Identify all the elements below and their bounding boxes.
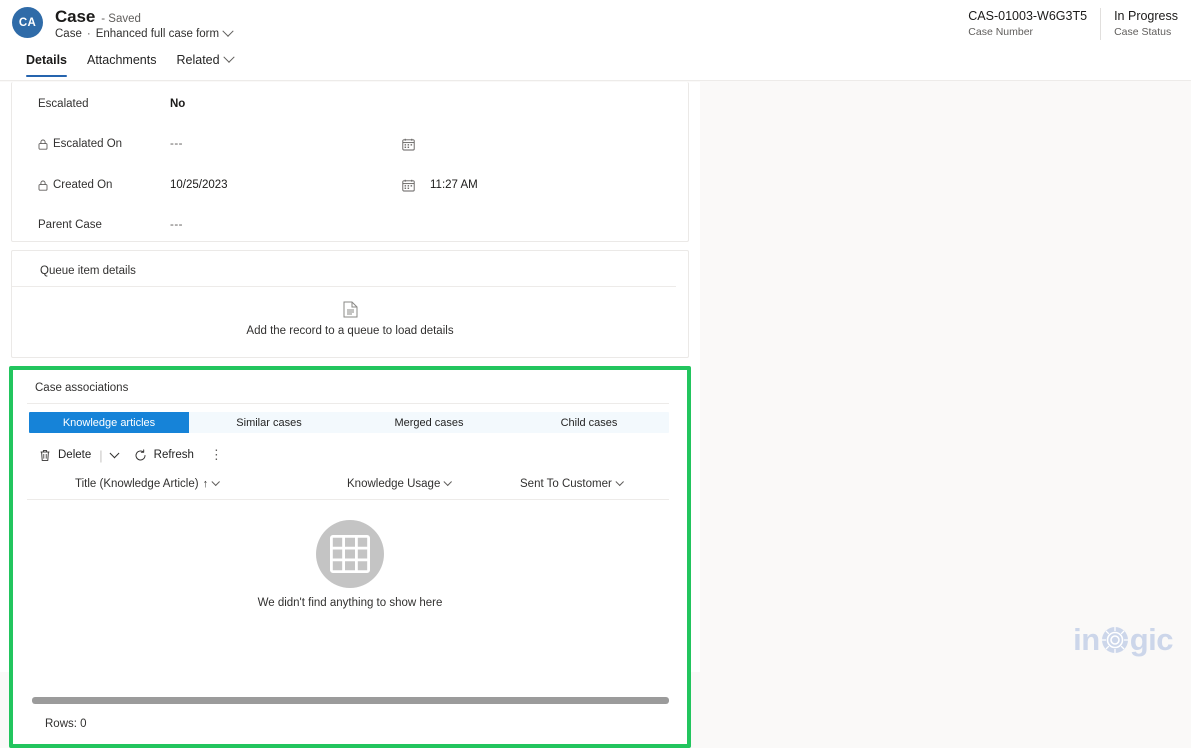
field-value-parent-case[interactable]: --- — [170, 219, 183, 231]
inogic-watermark: in gic — [1073, 622, 1173, 658]
tab-attachments-label: Attachments — [87, 53, 156, 67]
refresh-icon — [134, 449, 147, 462]
page-title: Case — [55, 7, 95, 27]
calendar-icon[interactable] — [402, 138, 415, 151]
pivot-knowledge-articles[interactable]: Knowledge articles — [29, 412, 189, 433]
breadcrumb-entity: Case — [55, 28, 82, 40]
chevron-down-icon[interactable] — [222, 26, 233, 37]
grid-command-bar: Delete | Refresh ⋮ — [39, 444, 669, 466]
field-label-escalated: Escalated — [38, 98, 188, 110]
horizontal-scrollbar[interactable] — [32, 697, 669, 704]
pivot-child-cases[interactable]: Child cases — [509, 412, 669, 433]
tab-details-label: Details — [26, 53, 67, 67]
case-details-section: Escalated No Escalated On --- — [11, 82, 689, 242]
field-value-created-on-time[interactable]: 11:27 AM — [430, 179, 478, 191]
pivot-label: Knowledge articles — [63, 417, 155, 429]
case-associations-section: Case associations Knowledge articles Sim… — [9, 366, 691, 748]
pivot-merged-cases[interactable]: Merged cases — [349, 412, 509, 433]
grid-empty-state: We didn't find anything to show here — [13, 520, 687, 609]
trash-icon — [39, 449, 51, 462]
page-background — [700, 82, 1191, 672]
chevron-down-icon[interactable] — [223, 52, 234, 63]
app-header: CA Case - Saved Case · Enhanced full cas… — [0, 0, 1191, 51]
refresh-button[interactable]: Refresh — [134, 449, 194, 462]
case-number-stat: CAS-01003-W6G3T5 Case Number — [955, 8, 1100, 40]
chevron-down-icon[interactable] — [212, 478, 220, 486]
chevron-down-icon[interactable] — [615, 478, 623, 486]
status-badge: In Progress — [1114, 8, 1178, 25]
field-label-text: Escalated — [38, 98, 89, 110]
pivot-label: Merged cases — [394, 417, 463, 429]
saved-state-label: - Saved — [101, 13, 141, 25]
header-stats: CAS-01003-W6G3T5 Case Number In Progress… — [955, 8, 1191, 40]
divider — [27, 403, 669, 404]
queue-empty-state: Add the record to a queue to load detail… — [12, 287, 688, 337]
divider: | — [99, 448, 102, 463]
field-label-text: Escalated On — [53, 138, 122, 150]
associations-pivot: Knowledge articles Similar cases Merged … — [29, 412, 669, 433]
associations-section-title: Case associations — [13, 370, 687, 403]
column-header-label: Sent To Customer — [520, 478, 612, 490]
lock-icon — [38, 139, 48, 150]
queue-item-details-section: Queue item details Add the record to a q… — [11, 250, 689, 358]
form-tabstrip: Details Attachments Related — [0, 51, 1191, 81]
grid-column-headers: Title (Knowledge Article) ↑ Knowledge Us… — [27, 474, 669, 500]
field-label-created-on: Created On — [38, 179, 188, 191]
field-value-created-on-date[interactable]: 10/25/2023 — [170, 179, 228, 191]
pivot-label: Similar cases — [236, 417, 301, 429]
refresh-label: Refresh — [154, 449, 194, 461]
avatar: CA — [12, 7, 43, 38]
rows-count-label: Rows: 0 — [45, 718, 87, 730]
case-number-value: CAS-01003-W6G3T5 — [968, 8, 1087, 25]
tab-details[interactable]: Details — [16, 51, 77, 77]
form-selector-label[interactable]: Enhanced full case form — [96, 28, 219, 40]
breadcrumb: Case · Enhanced full case form — [55, 28, 232, 40]
grid-icon — [316, 520, 384, 588]
field-label-escalated-on: Escalated On — [38, 138, 188, 150]
tab-related[interactable]: Related — [166, 51, 242, 77]
case-status-stat: In Progress Case Status — [1100, 8, 1191, 40]
watermark-text-after: gic — [1130, 622, 1173, 658]
delete-button[interactable]: Delete — [39, 449, 91, 462]
tab-related-label: Related — [176, 53, 219, 67]
field-row: Created On 10/25/2023 11:27 AM — [12, 165, 688, 205]
field-label-text: Parent Case — [38, 219, 102, 231]
case-number-label: Case Number — [968, 25, 1087, 40]
field-label-text: Created On — [53, 179, 112, 191]
field-row: Escalated No — [12, 84, 688, 124]
chevron-down-icon[interactable] — [109, 448, 119, 458]
more-vertical-icon[interactable]: ⋮ — [210, 451, 224, 459]
tab-attachments[interactable]: Attachments — [77, 51, 166, 77]
column-header-label: Title (Knowledge Article) — [75, 478, 199, 490]
field-label-parent-case: Parent Case — [38, 219, 188, 231]
watermark-text-before: in — [1073, 622, 1100, 658]
pivot-label: Child cases — [561, 417, 618, 429]
queue-section-title: Queue item details — [12, 251, 676, 287]
grid-empty-text: We didn't find anything to show here — [258, 597, 443, 609]
column-header-title[interactable]: Title (Knowledge Article) ↑ — [75, 478, 218, 490]
case-status-label: Case Status — [1114, 25, 1178, 40]
form-content: Escalated No Escalated On --- — [0, 82, 700, 672]
field-value-escalated-on[interactable]: --- — [170, 138, 183, 150]
delete-label: Delete — [58, 449, 91, 461]
queue-empty-text: Add the record to a queue to load detail… — [246, 325, 453, 337]
document-icon — [343, 301, 358, 318]
field-row: Parent Case --- — [12, 205, 688, 245]
column-header-sent-to-customer[interactable]: Sent To Customer — [520, 478, 622, 490]
field-row: Escalated On --- — [12, 124, 688, 164]
watermark-logo-icon — [1100, 625, 1130, 655]
sort-ascending-icon: ↑ — [203, 478, 209, 490]
record-title-row: Case - Saved — [55, 7, 141, 27]
breadcrumb-separator: · — [87, 28, 91, 40]
calendar-icon[interactable] — [402, 179, 415, 192]
column-header-label: Knowledge Usage — [347, 478, 440, 490]
lock-icon — [38, 180, 48, 191]
pivot-similar-cases[interactable]: Similar cases — [189, 412, 349, 433]
field-value-escalated[interactable]: No — [170, 98, 185, 110]
column-header-knowledge-usage[interactable]: Knowledge Usage — [347, 478, 450, 490]
chevron-down-icon[interactable] — [444, 478, 452, 486]
